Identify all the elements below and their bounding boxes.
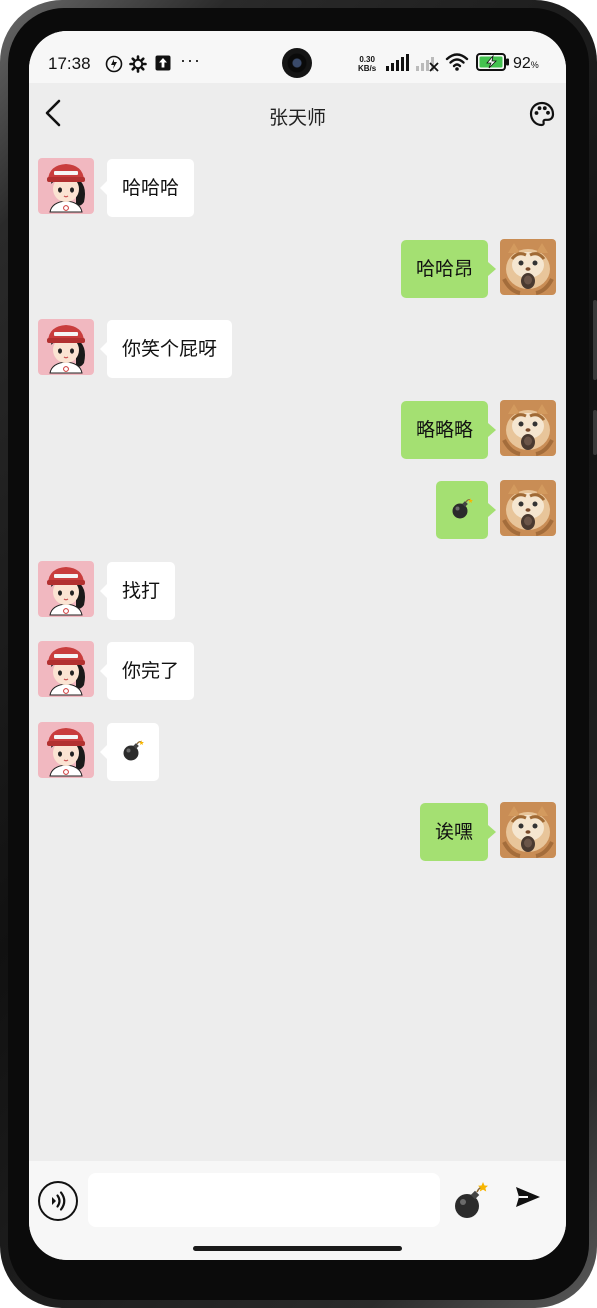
home-indicator[interactable] xyxy=(193,1246,402,1251)
network-speed: 0.30 KB/s xyxy=(358,55,376,73)
message-bubble[interactable]: 诶嘿 xyxy=(419,803,497,861)
battery-level: 92 xyxy=(513,55,531,72)
contact-avatar[interactable] xyxy=(38,561,94,617)
user-avatar-cat[interactable] xyxy=(500,239,556,295)
message-list[interactable]: 哈哈哈 哈哈昂 你笑个屁呀 略略略 找打 你完了 诶嘿 xyxy=(29,143,566,1161)
message-sent: 哈哈昂 xyxy=(29,237,566,298)
phone-frame: 17:38 ··· 0.30 KB/s 92% 张天师 哈哈哈 哈哈昂 你笑个屁… xyxy=(0,0,597,1308)
chat-header: 张天师 xyxy=(29,83,566,143)
more-notifications-indicator: ··· xyxy=(180,50,201,70)
input-bar xyxy=(29,1161,566,1260)
network-speed-value: 0.30 xyxy=(359,55,375,64)
contact-avatar[interactable] xyxy=(38,158,94,214)
message-received: 找打 xyxy=(29,559,566,620)
bomb-icon xyxy=(123,739,144,760)
message-sent: 诶嘿 xyxy=(29,800,566,861)
message-received: 你笑个屁呀 xyxy=(29,317,566,378)
message-bubble[interactable]: 找打 xyxy=(99,562,176,620)
voice-icon xyxy=(52,1191,66,1211)
contact-avatar[interactable] xyxy=(38,319,94,375)
user-avatar-cat[interactable] xyxy=(500,400,556,456)
status-bar: 17:38 ··· 0.30 KB/s 92% xyxy=(29,31,566,83)
message-bubble[interactable]: 哈哈昂 xyxy=(400,240,497,298)
chat-title: 张天师 xyxy=(268,107,326,129)
message-bubble[interactable] xyxy=(100,723,159,781)
battery-unit: % xyxy=(530,60,539,70)
signal-strength-icon xyxy=(386,54,409,71)
palette-icon[interactable] xyxy=(529,101,555,127)
message-received: 哈哈哈 xyxy=(29,156,566,217)
no-signal-icon xyxy=(416,57,439,72)
message-received xyxy=(29,720,566,781)
message-bubble[interactable] xyxy=(436,481,496,539)
front-camera xyxy=(282,48,312,78)
battery-charging-icon xyxy=(476,53,509,71)
send-icon[interactable] xyxy=(513,1182,543,1212)
message-sent: 略略略 xyxy=(29,398,566,459)
voice-input-button[interactable] xyxy=(38,1181,78,1221)
upload-icon xyxy=(155,55,171,71)
message-bubble[interactable]: 哈哈哈 xyxy=(99,159,195,217)
battery-percentage: 92% xyxy=(513,55,539,73)
message-sent xyxy=(29,478,566,539)
contact-avatar[interactable] xyxy=(38,641,94,697)
network-speed-unit: KB/s xyxy=(358,64,377,73)
user-avatar-cat[interactable] xyxy=(500,480,556,536)
message-input[interactable] xyxy=(88,1173,440,1227)
contact-avatar[interactable] xyxy=(38,722,94,778)
wifi-icon xyxy=(445,53,469,71)
status-time: 17:38 xyxy=(48,54,91,73)
data-saver-icon xyxy=(105,55,123,73)
message-bubble[interactable]: 你完了 xyxy=(99,642,195,700)
message-received: 你完了 xyxy=(29,639,566,700)
message-bubble[interactable]: 你笑个屁呀 xyxy=(99,320,233,378)
bomb-emoji-button[interactable] xyxy=(452,1181,488,1221)
gear-icon xyxy=(129,55,147,73)
user-avatar-cat[interactable] xyxy=(500,802,556,858)
volume-button xyxy=(593,300,597,380)
message-bubble[interactable]: 略略略 xyxy=(400,401,497,459)
power-button xyxy=(593,410,597,455)
bomb-icon xyxy=(452,497,473,518)
screen: 17:38 ··· 0.30 KB/s 92% 张天师 哈哈哈 哈哈昂 你笑个屁… xyxy=(29,31,566,1260)
